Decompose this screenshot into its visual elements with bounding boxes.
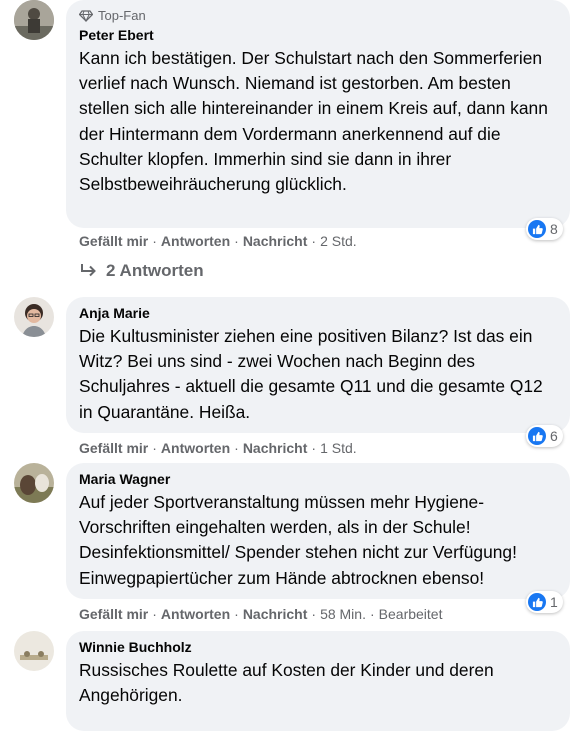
comment-text: Auf jeder Sportveranstaltung müssen mehr… — [79, 492, 517, 588]
avatar[interactable] — [14, 463, 54, 503]
reply-link[interactable]: Antworten — [161, 233, 230, 249]
comment-author[interactable]: Anja Marie — [79, 305, 558, 321]
reaction-count[interactable]: 8 — [526, 218, 563, 240]
avatar[interactable] — [14, 631, 54, 671]
thumbs-up-icon — [528, 593, 546, 611]
comment-bubble: Maria Wagner Auf jeder Sportveranstaltun… — [66, 463, 570, 599]
timestamp[interactable]: 2 Std. — [320, 233, 357, 249]
like-link[interactable]: Gefällt mir — [79, 233, 148, 249]
comment-author[interactable]: Peter Ebert — [79, 27, 558, 43]
thumbs-up-icon — [528, 220, 546, 238]
reaction-count[interactable]: 6 — [526, 425, 563, 447]
timestamp[interactable]: 58 Min. — [320, 606, 366, 622]
reaction-count[interactable]: 1 — [526, 591, 563, 613]
reply-link[interactable]: Antworten — [161, 606, 230, 622]
comment-actions: Gefällt mir · Antworten · Nachricht · 2 Std. — [79, 233, 357, 249]
comment-bubble: Anja Marie Die Kultusminister ziehen ein… — [66, 297, 570, 433]
avatar[interactable] — [14, 297, 54, 337]
top-fan-badge: Top-Fan — [79, 8, 558, 23]
message-link[interactable]: Nachricht — [243, 233, 308, 249]
comment-actions: Gefällt mir · Antworten · Nachricht · 58 Min. ·… — [79, 606, 443, 622]
edited-label[interactable]: Bearbeitet — [379, 606, 443, 622]
view-replies-link[interactable]: 2 Antworten — [80, 261, 204, 281]
timestamp[interactable]: 1 Std. — [320, 440, 357, 456]
thumbs-up-icon — [528, 427, 546, 445]
like-link[interactable]: Gefällt mir — [79, 606, 148, 622]
reply-arrow-icon — [81, 264, 96, 277]
comment-author[interactable]: Winnie Buchholz — [79, 639, 558, 655]
comment-text: Die Kultusminister ziehen eine positiven… — [79, 326, 543, 422]
comment-text: Russisches Roulette auf Kosten der Kinde… — [79, 660, 494, 706]
comment-bubble: Winnie Buchholz Russisches Roulette auf … — [66, 631, 570, 731]
diamond-icon — [79, 9, 93, 22]
comment-author[interactable]: Maria Wagner — [79, 471, 558, 487]
avatar[interactable] — [14, 0, 54, 40]
comment-bubble: Top-Fan Peter Ebert Kann ich bestätigen.… — [66, 0, 570, 228]
comment-text: Kann ich bestätigen. Der Schulstart nach… — [79, 48, 548, 195]
message-link[interactable]: Nachricht — [243, 440, 308, 456]
like-link[interactable]: Gefällt mir — [79, 440, 148, 456]
comment-actions: Gefällt mir · Antworten · Nachricht · 1 Std. — [79, 440, 357, 456]
reply-link[interactable]: Antworten — [161, 440, 230, 456]
message-link[interactable]: Nachricht — [243, 606, 308, 622]
